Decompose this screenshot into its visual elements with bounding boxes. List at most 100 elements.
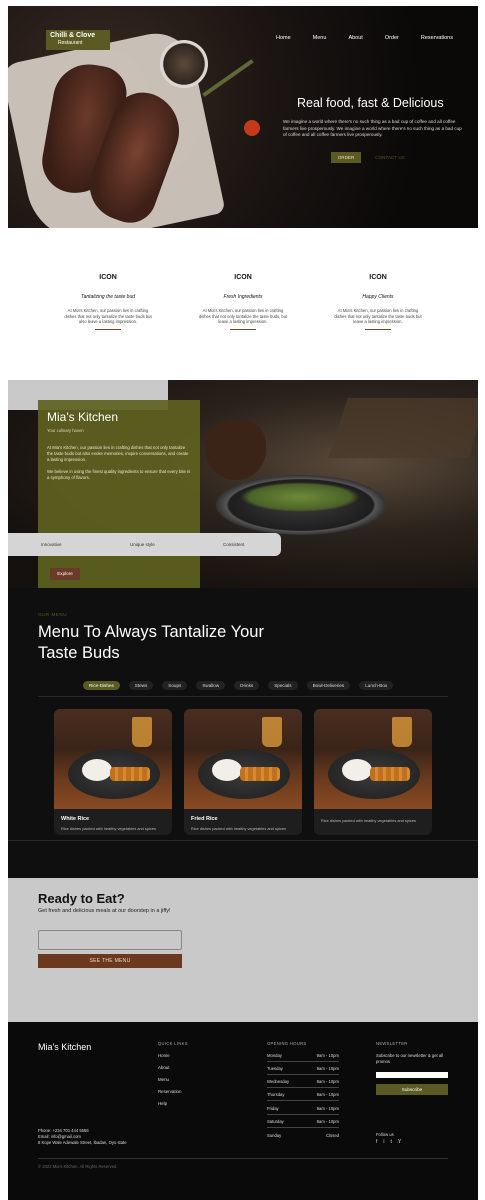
quick-links-title: QUICK LINKS xyxy=(158,1041,188,1046)
instagram-icon[interactable]: i xyxy=(383,1139,384,1145)
ready-subtitle: Get fresh and delicious meals at our doo… xyxy=(38,908,171,914)
facebook-icon[interactable]: f xyxy=(376,1139,377,1145)
feature-icon: ICON xyxy=(369,274,387,281)
tab-soups[interactable]: Soups xyxy=(162,681,188,690)
feature-underline xyxy=(95,328,121,330)
nav-home[interactable]: Home xyxy=(276,35,291,41)
hours-row: Tuesday 9am - 10pm xyxy=(267,1066,339,1075)
kitchen-card: Mia's Kitchen Your culinary haven At Mia… xyxy=(38,400,200,588)
footer-link-about[interactable]: About xyxy=(158,1065,169,1070)
ready-title: Ready to Eat? xyxy=(38,891,125,906)
dish-photo xyxy=(314,709,432,809)
hours-time: 9am - 10pm xyxy=(316,1119,339,1124)
hours-day: Monday xyxy=(267,1053,282,1058)
tab-stews[interactable]: Stews xyxy=(128,681,154,690)
page: Chilli & Clove Restaurant Home Menu Abou… xyxy=(0,0,485,1200)
dish-desc: Rice dishes packed with healthy vegetabl… xyxy=(321,818,416,823)
footer-address: 8 Kope Wale Adewale Street, Ibadan, Oyo … xyxy=(38,1140,127,1145)
dish-desc: Rice dishes packed with healthy vegetabl… xyxy=(61,826,156,831)
tab-bowl-deliveries[interactable]: Bowl-Deliveries xyxy=(306,681,351,690)
hours-row: Wednesday 9am - 10pm xyxy=(267,1079,339,1088)
spice-bowl-image xyxy=(160,40,208,88)
feature-card: ICON Fresh Ingredients At Mia's Kitchen,… xyxy=(198,274,288,330)
feature-text: At Mia's Kitchen, our passion lies in cr… xyxy=(64,308,152,324)
feature-card: ICON Happy Clients At Mia's Kitchen, our… xyxy=(333,274,423,330)
nav-menu[interactable]: Menu xyxy=(313,35,327,41)
kitchen-paragraph-2: We believe in using the finest quality i… xyxy=(47,469,191,480)
tab-drinks[interactable]: Drinks xyxy=(234,681,260,690)
footer-link-home[interactable]: Home xyxy=(158,1053,170,1058)
footer-email: Email: info@gmail.com xyxy=(38,1134,81,1139)
hours-title: OPENING HOURS xyxy=(267,1041,307,1046)
dish-desc: Rice dishes packed with healthy vegetabl… xyxy=(191,826,286,831)
brand-name: Chilli & Clove xyxy=(50,32,96,39)
contact-us-button[interactable]: CONTACT US xyxy=(370,152,410,163)
tray-image xyxy=(328,398,478,458)
hours-row: Friday 9am - 10pm xyxy=(267,1106,339,1115)
skewer-image xyxy=(370,767,410,781)
youtube-icon[interactable]: Y xyxy=(398,1139,401,1145)
footer-link-reservation[interactable]: Reservation xyxy=(158,1089,181,1094)
vegetables-image xyxy=(240,482,360,512)
footer-brand: Mia's Kitchen xyxy=(38,1042,92,1052)
menu-eyebrow: OUR MENU xyxy=(38,612,68,617)
value-innovative: Innovative xyxy=(41,542,62,547)
tab-swallow[interactable]: Swallow xyxy=(196,681,226,690)
menu-divider xyxy=(38,696,448,697)
nav-reservations[interactable]: Reservations xyxy=(421,35,453,41)
nav-order[interactable]: Order xyxy=(385,35,399,41)
feature-title: Tantalizing the taste bud xyxy=(80,294,136,300)
dish-photo xyxy=(184,709,302,809)
follow-label: Follow us xyxy=(376,1132,394,1137)
kitchen-tagline: Your culinary haven xyxy=(47,428,84,433)
copyright: © 2022 Mia's Kitchen. All Rights Reserve… xyxy=(38,1164,118,1169)
hours-time: 9am - 10pm xyxy=(316,1092,339,1097)
hours-row: Sunday Closed xyxy=(267,1133,339,1142)
skewer-image xyxy=(110,767,150,781)
tab-specials[interactable]: Specials xyxy=(268,681,298,690)
brand-logo[interactable]: Chilli & Clove Restaurant xyxy=(46,30,110,50)
subscribe-button[interactable]: Subscribe xyxy=(376,1084,448,1095)
nav-about[interactable]: About xyxy=(348,35,362,41)
tomato-image xyxy=(244,120,260,136)
footer-link-menu[interactable]: Menu xyxy=(158,1077,169,1082)
feature-text: At Mia's Kitchen, our passion lies in cr… xyxy=(334,308,422,324)
hours-day: Thursday xyxy=(267,1092,285,1097)
menu-card[interactable]: Rice dishes packed with healthy vegetabl… xyxy=(314,709,432,835)
see-menu-button[interactable]: SEE THE MENU xyxy=(38,954,182,968)
hero-title: Real food, fast & Delicious xyxy=(297,96,444,110)
feature-underline xyxy=(230,328,256,330)
menu-tabs: Rice-Dishes Stews Soups Swallow Drinks S… xyxy=(83,681,402,690)
hours-day: Saturday xyxy=(267,1119,284,1124)
value-consistent: Consistent xyxy=(223,542,245,547)
feature-title: Happy Clients xyxy=(362,294,394,300)
explore-button[interactable]: Explore xyxy=(50,568,80,580)
email-field[interactable] xyxy=(38,930,182,950)
menu-card[interactable]: Fried Rice Rice dishes packed with healt… xyxy=(184,709,302,835)
menu-title: Menu To Always Tantalize Your Taste Buds xyxy=(38,623,264,662)
values-strip: Innovative Unique style Consistent xyxy=(8,533,281,556)
twitter-icon[interactable]: t xyxy=(391,1139,392,1145)
hours-time: 9am - 10pm xyxy=(316,1053,339,1058)
social-links: f i t Y xyxy=(376,1139,407,1145)
tab-lunch-box[interactable]: Lunch-Box xyxy=(359,681,394,690)
feature-underline xyxy=(365,328,391,330)
menu-section: OUR MENU Menu To Always Tantalize Your T… xyxy=(8,588,478,878)
dish-title: White Rice xyxy=(61,816,90,822)
hours-day: Friday xyxy=(267,1106,279,1111)
skewer-image xyxy=(240,767,280,781)
hours-time: 9am - 10pm xyxy=(316,1079,339,1084)
footer-phone: Phone: +234 701 444 5556 xyxy=(38,1128,89,1133)
features-section: ICON Tantalizing the taste bud At Mia's … xyxy=(0,228,485,378)
newsletter-text: Subscribe to our newsletter & get all pr… xyxy=(376,1053,444,1064)
newsletter-email-input[interactable] xyxy=(376,1072,448,1078)
drink-glass-image xyxy=(132,717,152,747)
tab-rice-dishes[interactable]: Rice-Dishes xyxy=(83,681,120,690)
menu-card[interactable]: White Rice Rice dishes packed with healt… xyxy=(54,709,172,835)
value-unique-style: Unique style xyxy=(130,542,155,547)
hours-day: Sunday xyxy=(267,1133,282,1138)
hero-section: Chilli & Clove Restaurant Home Menu Abou… xyxy=(8,6,478,228)
footer-link-help[interactable]: Help xyxy=(158,1101,167,1106)
order-button[interactable]: ORDER xyxy=(331,152,361,163)
hours-row: Saturday 9am - 10pm xyxy=(267,1119,339,1128)
